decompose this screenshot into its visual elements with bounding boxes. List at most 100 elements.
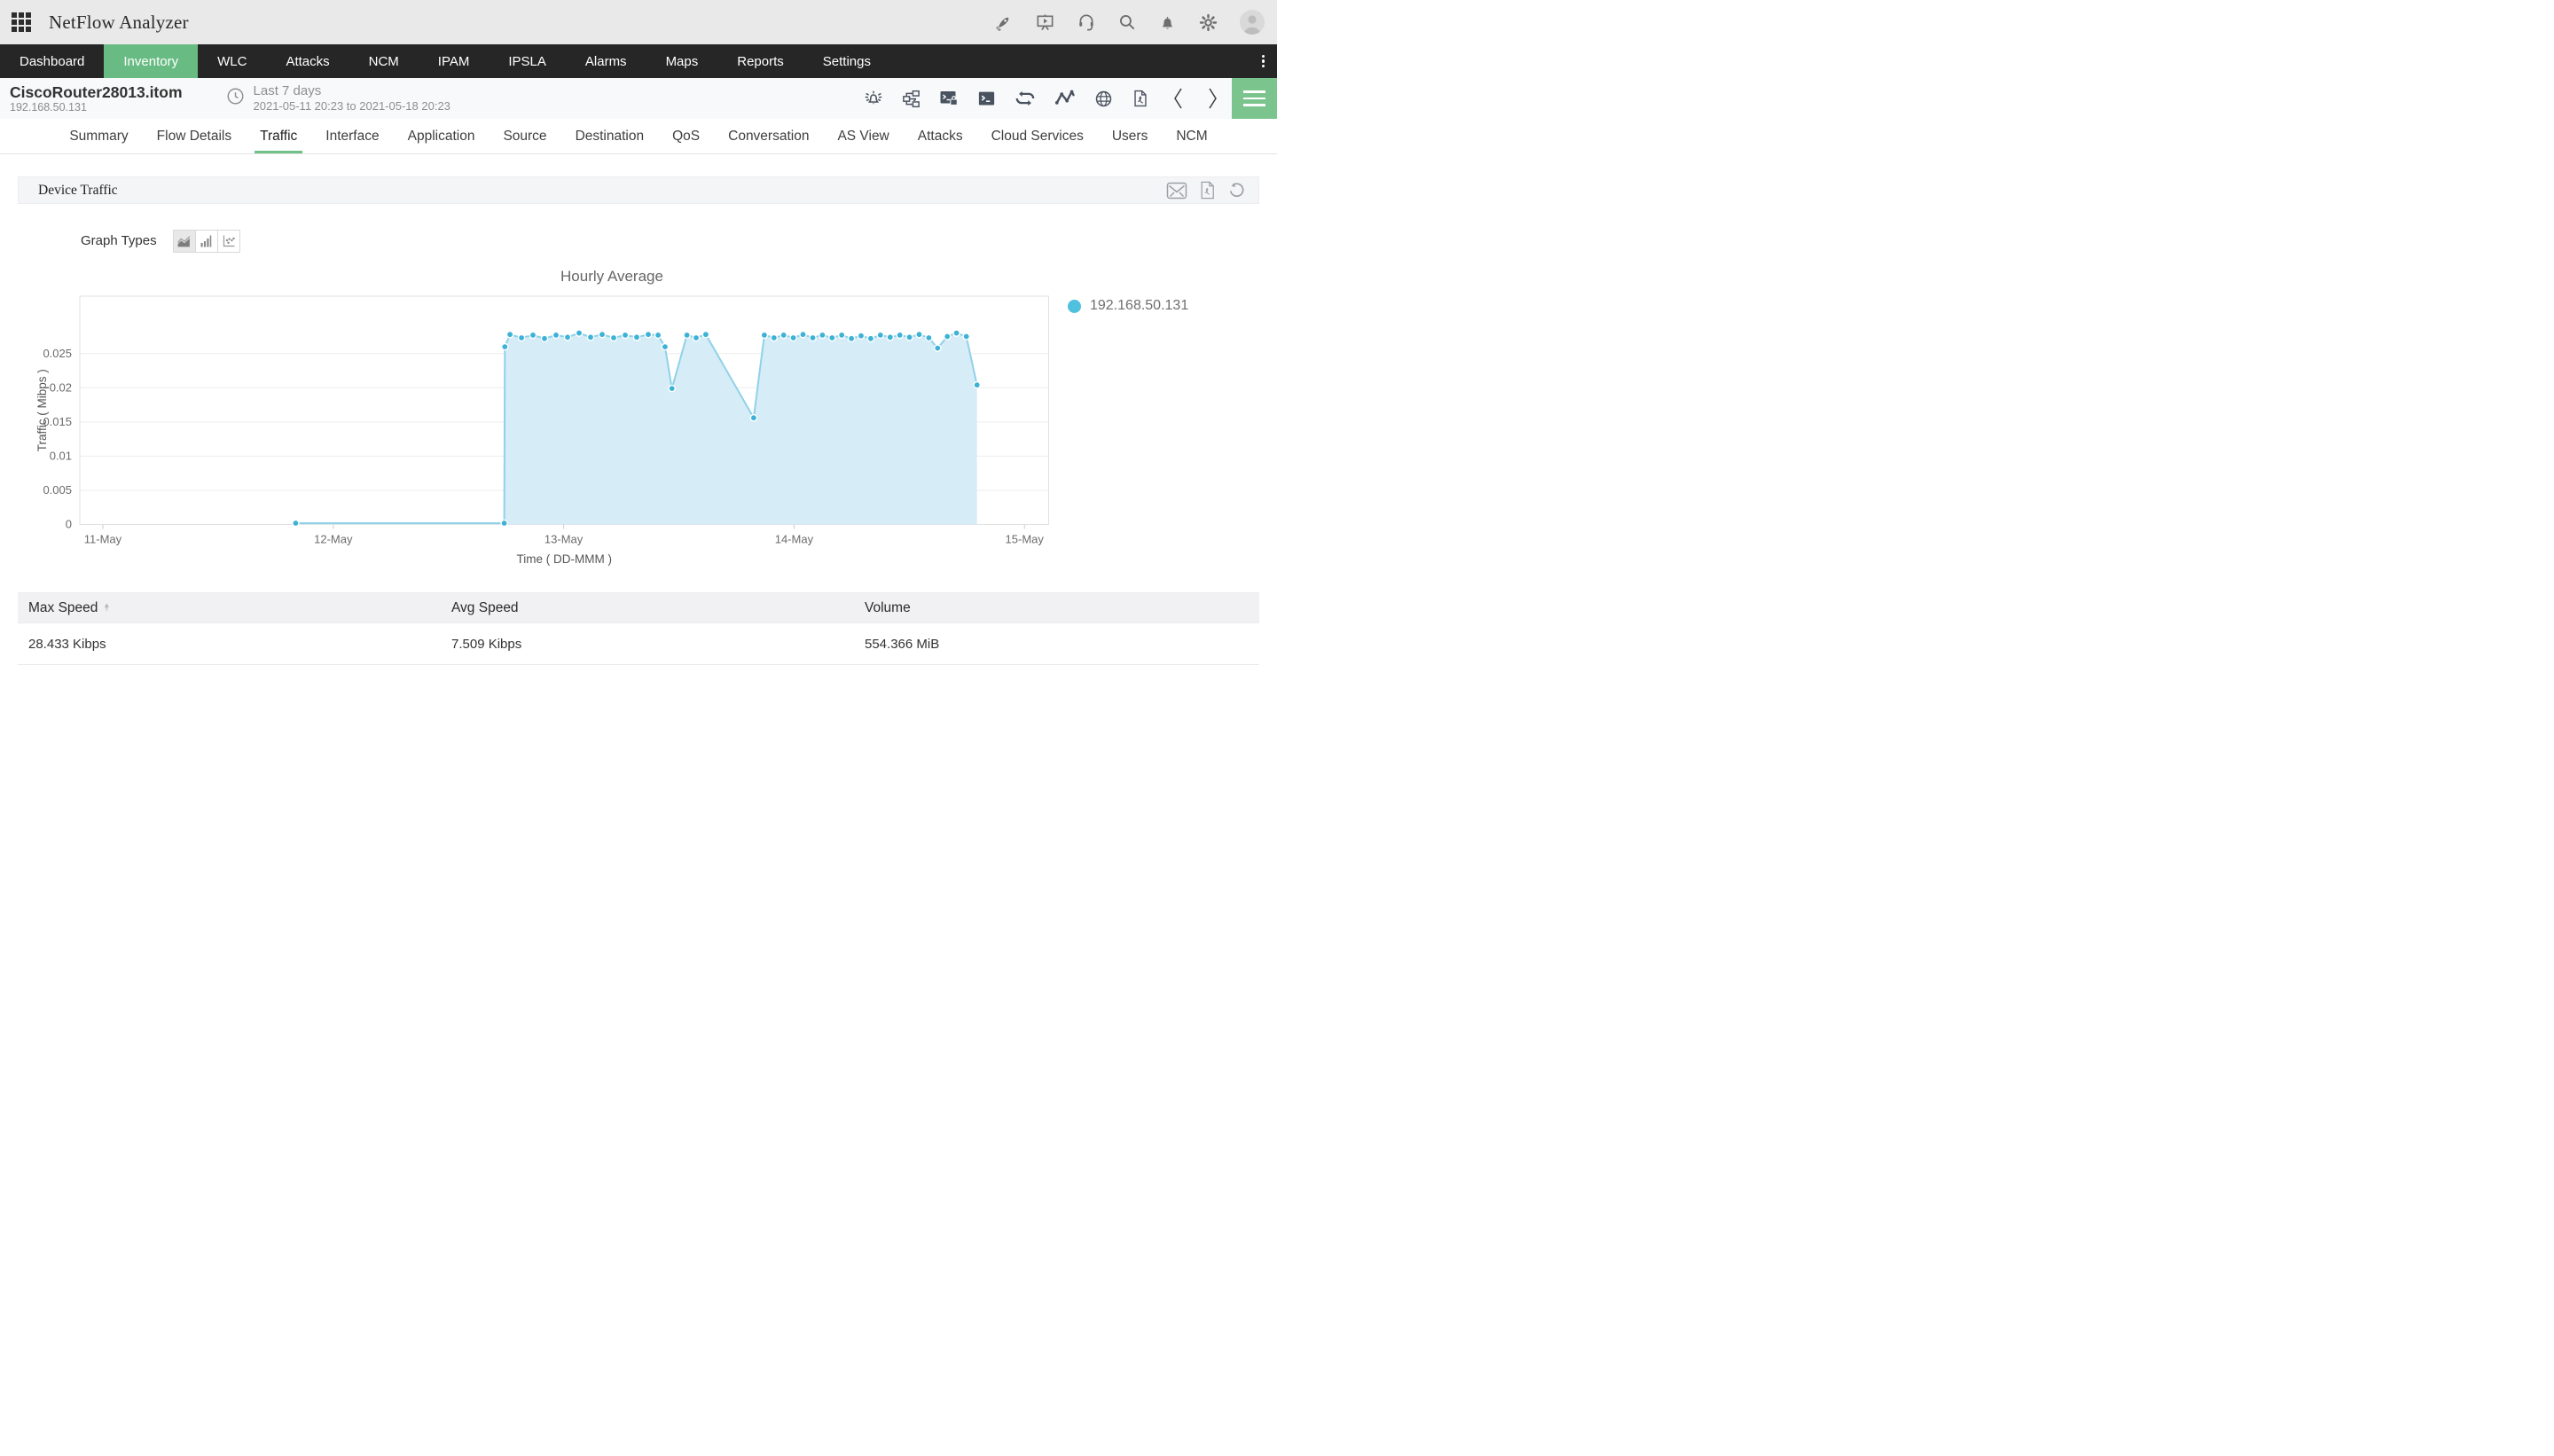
chevron-left-icon[interactable] bbox=[1171, 86, 1185, 111]
terminal-icon[interactable] bbox=[976, 89, 997, 109]
table-row: 28.433 Kibps 7.509 Kibps 554.366 MiB bbox=[18, 623, 1259, 665]
data-point bbox=[780, 332, 787, 338]
support-headset-icon[interactable] bbox=[1077, 12, 1096, 32]
tab-application[interactable]: Application bbox=[394, 119, 490, 153]
nav-overflow-kebab-icon[interactable] bbox=[1250, 44, 1278, 78]
tab-as-view[interactable]: AS View bbox=[823, 119, 903, 153]
data-point bbox=[916, 332, 922, 338]
data-point bbox=[529, 332, 536, 338]
workflow-icon[interactable] bbox=[901, 89, 921, 109]
nav-item-dashboard[interactable]: Dashboard bbox=[0, 44, 104, 78]
tab-ncm[interactable]: NCM bbox=[1162, 119, 1221, 153]
pdf-export-icon[interactable] bbox=[1131, 89, 1150, 108]
column-header-avg-speed[interactable]: Avg Speed bbox=[441, 600, 854, 616]
nav-item-reports[interactable]: Reports bbox=[717, 44, 803, 78]
video-tutorial-icon[interactable] bbox=[1035, 12, 1055, 33]
graph-type-bar-button[interactable] bbox=[195, 230, 218, 253]
data-point bbox=[645, 332, 651, 338]
user-avatar[interactable] bbox=[1240, 10, 1265, 35]
nav-item-inventory[interactable]: Inventory bbox=[104, 44, 198, 78]
data-point bbox=[610, 334, 616, 341]
nav-item-wlc[interactable]: WLC bbox=[198, 44, 266, 78]
svg-text:Time ( DD-MMM ): Time ( DD-MMM ) bbox=[517, 552, 612, 566]
data-point bbox=[684, 332, 690, 338]
tab-destination[interactable]: Destination bbox=[561, 119, 659, 153]
apps-grid-icon[interactable] bbox=[12, 12, 31, 32]
chevron-right-icon[interactable] bbox=[1206, 86, 1219, 111]
data-point bbox=[293, 520, 299, 526]
data-point bbox=[926, 334, 932, 341]
hamburger-menu-icon bbox=[1243, 90, 1265, 93]
tab-flow-details[interactable]: Flow Details bbox=[143, 119, 246, 153]
data-point bbox=[867, 335, 874, 341]
nav-item-maps[interactable]: Maps bbox=[646, 44, 718, 78]
data-point bbox=[819, 332, 826, 338]
column-header-volume[interactable]: Volume bbox=[854, 600, 1259, 616]
legend-label: 192.168.50.131 bbox=[1090, 298, 1188, 314]
device-bar: CiscoRouter28013.itom 192.168.50.131 Las… bbox=[0, 78, 1277, 119]
period-range: 2021-05-11 20:23 to 2021-05-18 20:23 bbox=[254, 99, 450, 114]
nav-item-alarms[interactable]: Alarms bbox=[566, 44, 646, 78]
data-point bbox=[519, 334, 525, 341]
data-point bbox=[944, 333, 951, 340]
email-icon[interactable] bbox=[1166, 182, 1187, 200]
avg-speed-value: 7.509 Kibps bbox=[441, 637, 854, 652]
sync-loop-icon[interactable] bbox=[1014, 87, 1037, 110]
svg-text:12-May: 12-May bbox=[314, 533, 353, 546]
top-header: NetFlow Analyzer bbox=[0, 0, 1277, 44]
pdf-icon[interactable] bbox=[1199, 181, 1216, 200]
tab-qos[interactable]: QoS bbox=[658, 119, 714, 153]
device-name: CiscoRouter28013.itom bbox=[10, 83, 183, 101]
side-panel-menu-button[interactable] bbox=[1232, 78, 1277, 119]
nav-item-attacks[interactable]: Attacks bbox=[266, 44, 349, 78]
nav-item-ncm[interactable]: NCM bbox=[349, 44, 419, 78]
data-point bbox=[564, 334, 570, 341]
column-header-max-speed[interactable]: Max Speed ▲▼ bbox=[18, 600, 441, 616]
refresh-icon[interactable] bbox=[1227, 181, 1246, 200]
nav-item-ipsla[interactable]: IPSLA bbox=[489, 44, 566, 78]
alarm-bell-icon[interactable] bbox=[863, 88, 884, 109]
data-point bbox=[552, 332, 559, 338]
nav-item-ipam[interactable]: IPAM bbox=[419, 44, 490, 78]
graph-type-area-button[interactable] bbox=[173, 230, 196, 253]
tab-summary[interactable]: Summary bbox=[55, 119, 142, 153]
data-point bbox=[810, 334, 816, 341]
tab-cloud-services[interactable]: Cloud Services bbox=[977, 119, 1098, 153]
ssh-terminal-lock-icon[interactable] bbox=[938, 88, 960, 109]
app-title: NetFlow Analyzer bbox=[49, 12, 189, 34]
data-point bbox=[501, 520, 507, 526]
chart-legend[interactable]: 192.168.50.131 bbox=[1068, 298, 1188, 314]
main-nav: DashboardInventoryWLCAttacksNCMIPAMIPSLA… bbox=[0, 44, 1277, 78]
tab-conversation[interactable]: Conversation bbox=[714, 119, 823, 153]
svg-text:11-May: 11-May bbox=[84, 533, 122, 546]
svg-text:0.025: 0.025 bbox=[43, 347, 72, 360]
globe-icon[interactable] bbox=[1093, 89, 1114, 109]
tab-source[interactable]: Source bbox=[489, 119, 560, 153]
period-label: Last 7 days bbox=[254, 83, 450, 100]
data-point bbox=[633, 334, 639, 341]
nav-item-settings[interactable]: Settings bbox=[803, 44, 890, 78]
notifications-bell-icon[interactable] bbox=[1158, 13, 1177, 32]
search-icon[interactable] bbox=[1117, 12, 1137, 32]
graph-type-scatter-button[interactable] bbox=[217, 230, 240, 253]
tab-users[interactable]: Users bbox=[1098, 119, 1162, 153]
data-point bbox=[507, 332, 513, 338]
data-point bbox=[502, 344, 508, 350]
svg-text:0.02: 0.02 bbox=[50, 380, 72, 394]
traffic-area-chart[interactable]: 11-May12-May13-May14-May15-May00.0050.01… bbox=[35, 275, 1242, 571]
time-period-selector[interactable]: Last 7 days 2021-05-11 20:23 to 2021-05-… bbox=[225, 83, 450, 114]
rocket-icon[interactable] bbox=[994, 12, 1014, 32]
traffic-graph-icon[interactable] bbox=[1054, 87, 1077, 110]
data-point bbox=[576, 330, 582, 336]
tab-interface[interactable]: Interface bbox=[311, 119, 393, 153]
data-point bbox=[858, 333, 864, 339]
settings-gear-icon[interactable] bbox=[1198, 12, 1218, 33]
svg-text:0.005: 0.005 bbox=[43, 483, 72, 497]
svg-text:15-May: 15-May bbox=[1006, 533, 1045, 546]
svg-text:Traffic ( Mibps ): Traffic ( Mibps ) bbox=[35, 369, 49, 451]
data-point bbox=[897, 332, 903, 338]
tab-attacks[interactable]: Attacks bbox=[904, 119, 977, 153]
tab-traffic[interactable]: Traffic bbox=[246, 119, 311, 153]
max-speed-value: 28.433 Kibps bbox=[18, 637, 441, 652]
bar-chart-icon bbox=[200, 234, 214, 248]
